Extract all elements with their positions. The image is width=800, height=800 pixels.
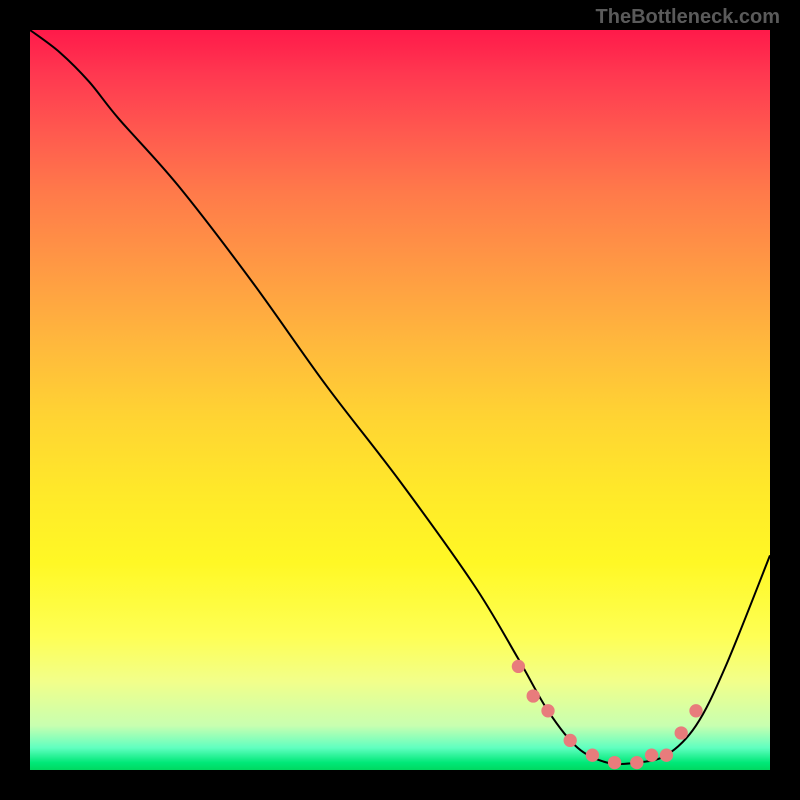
plot-gradient-area: [30, 30, 770, 770]
bottleneck-curve: [30, 30, 770, 764]
marker-dot: [512, 660, 525, 673]
marker-dot: [645, 749, 658, 762]
marker-dot: [608, 756, 621, 769]
chart-container: TheBottleneck.com: [0, 0, 800, 800]
marker-dot: [630, 756, 643, 769]
marker-dot: [527, 689, 540, 702]
marker-dot: [586, 749, 599, 762]
marker-dot: [564, 734, 577, 747]
marker-dot: [660, 749, 673, 762]
marker-dots-group: [512, 660, 703, 770]
marker-dot: [689, 704, 702, 717]
watermark-text: TheBottleneck.com: [596, 6, 780, 29]
chart-svg: [30, 30, 770, 770]
marker-dot: [675, 726, 688, 739]
marker-dot: [541, 704, 554, 717]
